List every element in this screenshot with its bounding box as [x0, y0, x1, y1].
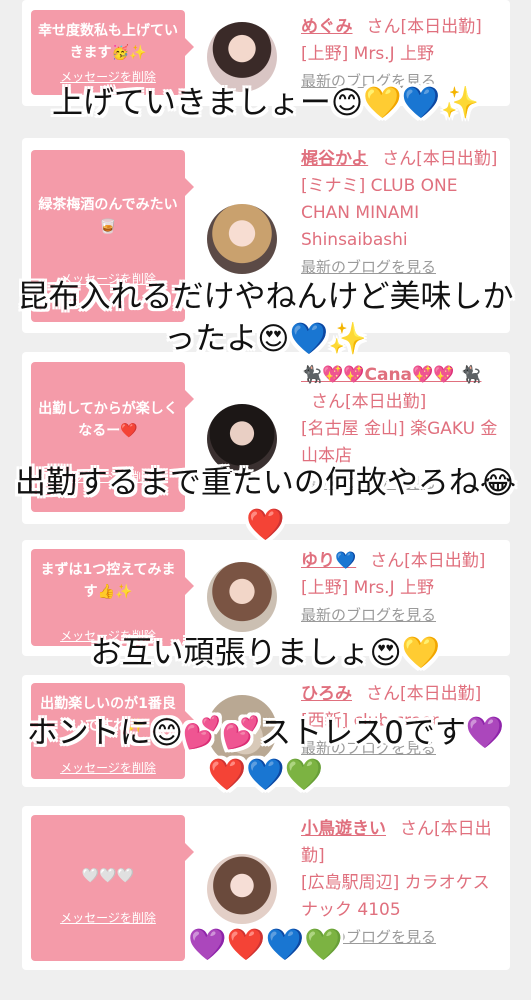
overlay-caption: 昆布入れるだけやねんけど美味しかったよ😍💙✨	[17, 279, 514, 357]
overlay-caption: 上げていきましょー😊💛💙✨	[51, 85, 480, 121]
cast-name-link[interactable]: 🐈‍⬛💖💖Cana💖💖 🐈‍⬛	[301, 365, 481, 385]
status-label: [本日出勤]	[345, 392, 427, 412]
cast-location: [上野] Mrs.J 上野	[301, 578, 435, 598]
cast-name-link[interactable]: めぐみ	[301, 17, 353, 37]
status-label: [本日出勤]	[400, 17, 482, 37]
san-label: さん	[311, 392, 345, 412]
san-label: さん	[382, 149, 417, 169]
message-text: 緑茶梅酒のんでみたい🥃	[38, 197, 178, 235]
san-label: さん	[366, 684, 400, 704]
status-label: [本日出勤]	[404, 551, 486, 571]
avatar[interactable]	[207, 562, 277, 632]
cast-name-link[interactable]: 小鳥遊きい	[301, 819, 386, 839]
cast-location: [広島駅周辺] カラオケスナック 4105	[301, 873, 490, 920]
san-label: さん	[370, 551, 405, 571]
message-text: 🤍🤍🤍	[81, 868, 135, 884]
avatar[interactable]	[207, 854, 277, 924]
latest-blog-link[interactable]: 最新のブログを見る	[301, 606, 436, 624]
overlay-caption: お互い頑張りましょ😍💛	[90, 635, 441, 671]
san-label: さん	[400, 819, 434, 839]
avatar[interactable]	[207, 204, 277, 274]
cast-info: 梶谷かよ さん[本日出勤] [ミナミ] CLUB ONE CHAN MINAMI …	[301, 146, 506, 281]
cast-info: ゆり💙 さん[本日出勤] [上野] Mrs.J 上野 最新のブログを見る	[301, 548, 506, 629]
cast-location: [上野] Mrs.J 上野	[301, 44, 435, 64]
message-text: 幸せ度数私も上げていきます🥳✨	[38, 23, 178, 61]
cast-name-link[interactable]: ゆり💙	[301, 551, 356, 571]
overlay-caption: 出勤するまで重たいの何故やろね😂❤️	[14, 465, 517, 543]
message-text: まずは1つ控えてみます👍✨	[40, 562, 176, 600]
cast-name-link[interactable]: ひろみ	[301, 684, 352, 704]
cast-location: [ミナミ] CLUB ONE CHAN MINAMI Shinsaibashi	[301, 176, 458, 250]
message-text: 出勤してからが楽しくなるー❤️	[38, 401, 178, 439]
overlay-caption: 💜❤️💙💚	[188, 927, 343, 963]
cast-name-link[interactable]: 梶谷かよ	[301, 149, 368, 169]
status-label: [本日出勤]	[400, 684, 482, 704]
status-label: [本日出勤]	[416, 149, 498, 169]
cast-location: [名古屋 金山] 楽GAKU 金山本店	[301, 419, 498, 466]
latest-blog-link[interactable]: 最新のブログを見る	[301, 258, 436, 276]
san-label: さん	[366, 17, 401, 37]
overlay-caption: ホントに😊💕💕ストレス0です💜❤️💙💚	[26, 715, 505, 793]
